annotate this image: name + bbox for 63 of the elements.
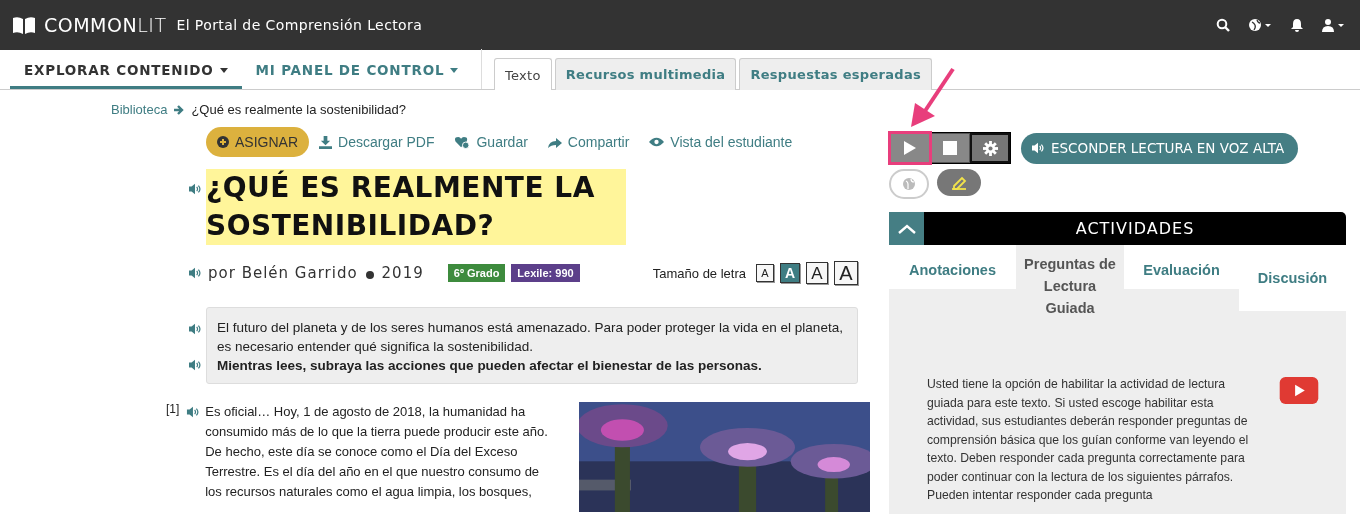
- nav-link[interactable]: EXPLORAR CONTENIDO: [10, 62, 242, 89]
- font-size-button[interactable]: A: [806, 262, 828, 284]
- settings-icon: [982, 140, 998, 156]
- user-icon[interactable]: [1322, 18, 1346, 32]
- download-icon: [319, 135, 332, 149]
- video-play-icon[interactable]: [1279, 377, 1319, 404]
- eye-icon: [649, 137, 665, 147]
- heart-icon: [454, 135, 471, 149]
- year-text: 2019: [381, 264, 424, 282]
- paragraph-text: Es oficial… Hoy, 1 de agosto de 2018, la humanidad ha consumido más de lo que la tierra puede producir este año. De hecho, este día se conoce como el Día del Exceso Terrestre. Es el día del año en el que nuestro consumo de los recursos naturales como el agua limpia, los bosques,: [205, 403, 549, 501]
- lexile-badge: Lexile: 990: [511, 264, 580, 282]
- font-size-button[interactable]: A: [756, 264, 774, 282]
- action-link[interactable]: Vista del estudiante: [649, 134, 793, 150]
- action-link[interactable]: Compartir: [547, 134, 630, 150]
- highlighter-button[interactable]: [937, 169, 981, 196]
- caret-icon: [450, 67, 459, 73]
- font-size-button[interactable]: A: [834, 261, 858, 285]
- font-size-button[interactable]: A: [780, 263, 800, 283]
- breadcrumb-link[interactable]: Biblioteca: [111, 102, 168, 117]
- logo[interactable]: COMMONLIT: [44, 14, 167, 36]
- book-icon: [12, 16, 36, 34]
- arrow-icon: [173, 103, 186, 116]
- nav-link[interactable]: MI PANEL DE CONTROL: [241, 62, 473, 89]
- play-icon: [904, 141, 916, 155]
- speaker-icon[interactable]: [186, 406, 201, 418]
- chevron-up-icon: [897, 223, 916, 234]
- globe-icon[interactable]: [1248, 18, 1272, 32]
- speaker-icon[interactable]: [188, 267, 202, 279]
- pencil-icon: [951, 175, 967, 190]
- speaker-icon[interactable]: [188, 323, 202, 335]
- font-size-label: Tamaño de letra: [652, 265, 746, 281]
- hide-read-aloud-button[interactable]: ESCONDER LECTURA EN VOZ ALTA: [1021, 132, 1299, 164]
- tab[interactable]: Recursos multimedia: [554, 58, 737, 90]
- play-button[interactable]: [890, 133, 930, 163]
- tab[interactable]: Respuestas esperadas: [739, 58, 932, 90]
- globe-icon: [903, 178, 915, 190]
- speaker-icon[interactable]: [188, 359, 202, 371]
- action-link[interactable]: Guardar: [454, 134, 528, 150]
- breadcrumb-current: ¿Qué es realmente la sostenibilidad?: [191, 102, 406, 117]
- paragraph-number: [1]: [166, 402, 180, 416]
- caret-icon: [219, 67, 228, 73]
- grade-badge: 6º Grado: [447, 264, 506, 282]
- assign-button[interactable]: ASIGNAR: [206, 127, 309, 157]
- speaker-icon: [1031, 142, 1045, 154]
- collapse-button[interactable]: [889, 212, 924, 245]
- speaker-icon[interactable]: [188, 183, 202, 195]
- dot-icon: [365, 270, 374, 279]
- share-icon: [547, 136, 562, 148]
- settings-button[interactable]: [970, 133, 1010, 163]
- tagline: El Portal de Comprensión Lectora: [176, 17, 423, 33]
- action-link[interactable]: Descargar PDF: [319, 134, 435, 150]
- intro-text: Mientras lees, subraya las acciones que pueden afectar el bienestar de las personas.: [217, 357, 763, 375]
- activities-title: ACTIVIDADES: [924, 212, 1346, 245]
- author-text: por Belén Garrido: [208, 264, 358, 282]
- activity-description: Usted tiene la opción de habilitar la actividad de lectura guiada para este texto. Si usted escoge habilitar esta actividad, sus estudiantes deberán responder preguntas de comprensión básica que los guían conforme van leyendo el texto. Deben responder cada pregunta correctamente para poder continuar con la lectura de los siguientes párrafos. Pueden intentar responder cada pregunta: [927, 376, 1250, 504]
- stop-button[interactable]: [930, 133, 970, 163]
- bell-icon[interactable]: [1290, 18, 1304, 32]
- tab[interactable]: Texto: [494, 58, 552, 90]
- stop-icon: [943, 141, 957, 155]
- plus-icon: [217, 136, 229, 148]
- article-title: ¿QUÉ ES REALMENTE LA SOSTENIBILIDAD?: [206, 169, 626, 245]
- intro-text: El futuro del planeta y de los seres humanos está amenazado. Para poder proteger la vida en el planeta, es necesario entender qué significa la sostenibilidad.: [217, 319, 844, 356]
- search-icon[interactable]: [1216, 18, 1230, 32]
